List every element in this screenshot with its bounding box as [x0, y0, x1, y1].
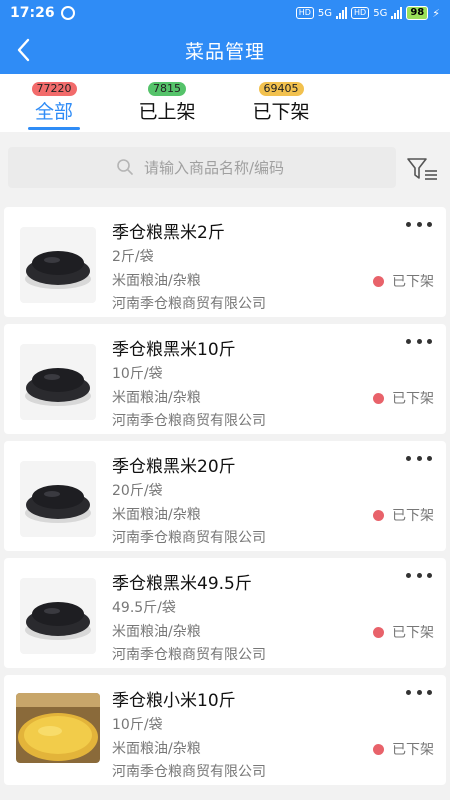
status-dot-icon: [373, 626, 384, 638]
status-label: 已下架: [392, 625, 434, 641]
product-category: 米面粮油/杂粮: [112, 273, 201, 289]
product-category: 米面粮油/杂粮: [112, 741, 201, 757]
nav-bar: 菜品管理: [0, 26, 450, 74]
active-tab-indicator: [28, 127, 80, 130]
product-company: 河南季仓粮商贸有限公司: [112, 764, 266, 780]
black-rice-image: [20, 461, 96, 537]
product-card[interactable]: 季仓粮黑米49.5斤 49.5斤/袋 米面粮油/杂粮 河南季仓粮商贸有限公司 已…: [4, 558, 446, 668]
product-name: 季仓粮黑米10斤: [112, 340, 236, 360]
status-indicators: HD 5G HD 5G 98 ⚡: [295, 6, 440, 20]
tab-off-shelf-count-badge: 69405: [258, 82, 304, 96]
battery-icon: 98: [406, 6, 429, 20]
signal-icon: [336, 7, 348, 19]
filter-button[interactable]: [404, 154, 440, 184]
tab-off-shelf[interactable]: 69405 已下架: [250, 74, 312, 132]
status-label: 已下架: [392, 742, 434, 758]
back-arrow-icon: [17, 38, 30, 62]
status-label: 已下架: [392, 508, 434, 524]
hd-icon: HD: [295, 7, 314, 19]
product-spec: 10斤/袋: [112, 366, 163, 382]
more-options-icon[interactable]: [406, 566, 432, 584]
product-card[interactable]: 季仓粮黑米2斤 2斤/袋 米面粮油/杂粮 河南季仓粮商贸有限公司 已下架: [4, 207, 446, 317]
status-label: 已下架: [392, 274, 434, 290]
signal-icon-2: [391, 7, 403, 19]
status-dot-icon: [373, 392, 384, 404]
more-options-icon[interactable]: [406, 683, 432, 701]
product-spec: 49.5斤/袋: [112, 600, 176, 616]
product-card[interactable]: 季仓粮小米10斤 10斤/袋 米面粮油/杂粮 河南季仓粮商贸有限公司 已下架: [4, 675, 446, 785]
product-spec: 20斤/袋: [112, 483, 163, 499]
tab-all-count-badge: 77220: [31, 82, 77, 96]
black-rice-image: [20, 227, 96, 303]
charging-icon: ⚡: [432, 6, 440, 20]
product-category: 米面粮油/杂粮: [112, 624, 201, 640]
filter-icon: [407, 158, 437, 180]
product-name: 季仓粮黑米2斤: [112, 223, 225, 243]
network-label: 5G: [317, 7, 333, 19]
search-input[interactable]: [144, 158, 384, 177]
status-bar: 17:26 HD 5G HD 5G 98 ⚡: [0, 0, 450, 26]
tab-all[interactable]: 77220 全部: [28, 74, 80, 132]
product-card[interactable]: 季仓粮黑米20斤 20斤/袋 米面粮油/杂粮 河南季仓粮商贸有限公司 已下架: [4, 441, 446, 551]
network-label-2: 5G: [373, 7, 388, 19]
product-name: 季仓粮小米10斤: [112, 691, 236, 711]
status-badge: 已下架: [373, 505, 434, 525]
search-box[interactable]: [8, 147, 396, 188]
status-badge: 已下架: [373, 622, 434, 642]
status-dot-icon: [373, 509, 384, 521]
black-rice-image: [20, 578, 96, 654]
product-company: 河南季仓粮商贸有限公司: [112, 296, 266, 312]
status-dot-icon: [373, 743, 384, 755]
more-options-icon[interactable]: [406, 449, 432, 467]
status-time: 17:26: [10, 5, 55, 21]
product-spec: 10斤/袋: [112, 717, 163, 733]
tab-all-label: 全部: [34, 101, 73, 123]
product-name: 季仓粮黑米20斤: [112, 457, 236, 477]
search-icon: [117, 159, 133, 175]
tab-on-shelf-count-badge: 7815: [148, 82, 186, 96]
product-company: 河南季仓粮商贸有限公司: [112, 647, 266, 663]
alarm-icon: [60, 6, 75, 20]
status-tabs: 77220 全部 7815 已上架 69405 已下架: [0, 74, 450, 132]
more-options-icon[interactable]: [406, 332, 432, 350]
status-label: 已下架: [392, 391, 434, 407]
status-badge: 已下架: [373, 739, 434, 759]
tab-on-shelf-label: 已上架: [138, 101, 196, 123]
product-company: 河南季仓粮商贸有限公司: [112, 530, 266, 546]
product-name: 季仓粮黑米49.5斤: [112, 574, 252, 594]
product-card[interactable]: 季仓粮黑米10斤 10斤/袋 米面粮油/杂粮 河南季仓粮商贸有限公司 已下架: [4, 324, 446, 434]
millet-image: [16, 693, 100, 763]
status-dot-icon: [373, 275, 384, 287]
product-company: 河南季仓粮商贸有限公司: [112, 413, 266, 429]
status-badge: 已下架: [373, 388, 434, 408]
tab-on-shelf[interactable]: 7815 已上架: [135, 74, 199, 132]
product-category: 米面粮油/杂粮: [112, 507, 201, 523]
status-badge: 已下架: [373, 271, 434, 291]
search-bar: [0, 140, 450, 196]
tab-off-shelf-label: 已下架: [252, 101, 310, 123]
product-category: 米面粮油/杂粮: [112, 390, 201, 406]
page-title: 菜品管理: [184, 40, 265, 63]
hd-icon-2: HD: [351, 7, 370, 19]
more-options-icon[interactable]: [406, 215, 432, 233]
black-rice-image: [20, 344, 96, 420]
product-spec: 2斤/袋: [112, 249, 154, 265]
back-button[interactable]: [12, 36, 36, 64]
